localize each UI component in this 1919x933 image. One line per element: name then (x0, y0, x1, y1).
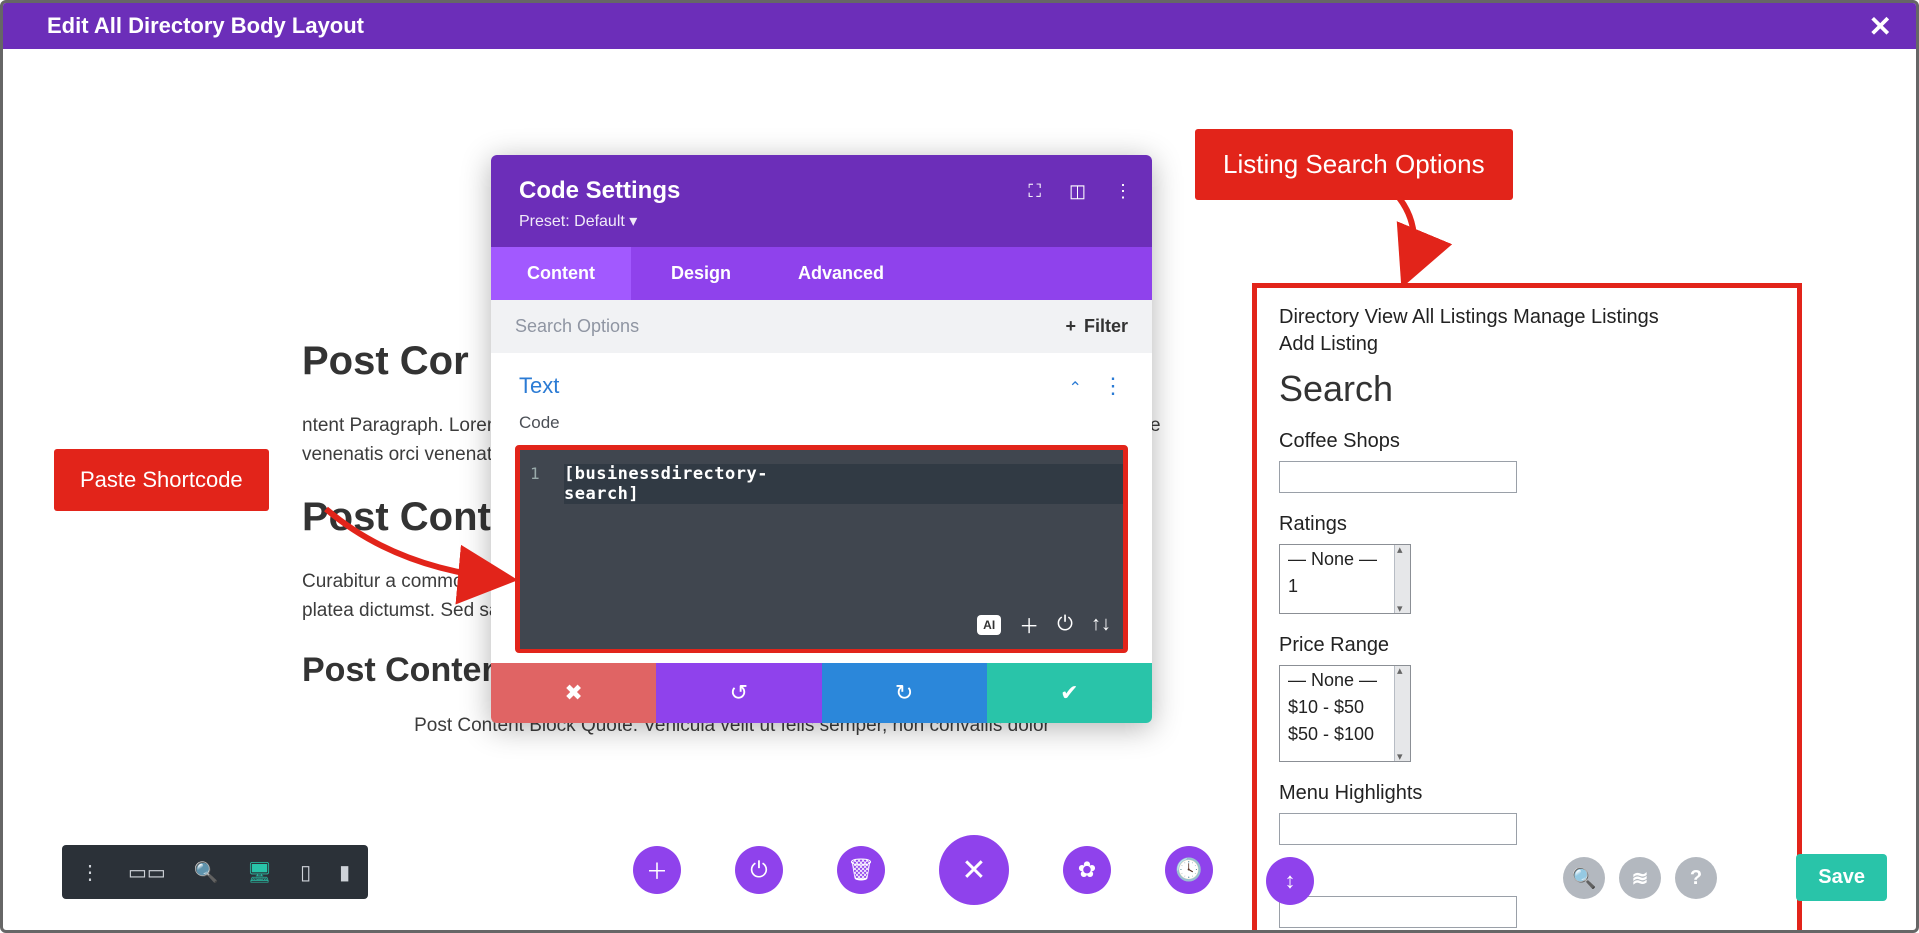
scrollbar[interactable] (1394, 666, 1410, 761)
confirm-button[interactable]: ✔ (987, 663, 1152, 723)
search-help-icon[interactable]: 🔍 (1563, 857, 1605, 899)
undo-button[interactable]: ↺ (656, 663, 821, 723)
power-button[interactable]: ⏻ (735, 846, 783, 894)
menu-highlights-input[interactable] (1279, 813, 1517, 845)
section-text[interactable]: Text ⌃ ⋮ (491, 353, 1152, 407)
price-option-none[interactable]: — None — (1280, 666, 1410, 693)
search-panel: Directory View All Listings Manage Listi… (1252, 283, 1802, 933)
modal-preset[interactable]: Preset: Default ▾ (519, 211, 1124, 231)
close-editor-button[interactable]: ✕ (939, 835, 1009, 905)
code-settings-modal: Code Settings Preset: Default ▾ ⛶ ◫ ⋮ Co… (491, 155, 1152, 723)
cancel-button[interactable]: ✖ (491, 663, 656, 723)
add-listing-link[interactable]: Add Listing (1279, 333, 1775, 356)
ratings-label: Ratings (1279, 513, 1775, 536)
section-text-label: Text (519, 373, 559, 399)
code-field-label: Code (491, 407, 1152, 439)
kebab-icon[interactable]: ⋮ (1114, 181, 1132, 202)
section-menu-icon[interactable]: ⋮ (1102, 373, 1124, 398)
wireframe-icon[interactable]: ▭▭ (128, 860, 166, 885)
line-number: 1 (530, 464, 540, 483)
directory-links[interactable]: Directory View All Listings Manage Listi… (1279, 306, 1775, 329)
settings-button[interactable]: ✿ (1063, 846, 1111, 894)
helper-circle-row: 🔍 ≋ ? (1563, 857, 1717, 899)
price-range-label: Price Range (1279, 634, 1775, 657)
builder-toolbar: ⋮ ▭▭ 🔍 🖥 ▯ ▮ (62, 845, 368, 899)
expand-icon[interactable]: ⛶ (1028, 181, 1041, 202)
chevron-up-icon[interactable]: ⌃ (1068, 380, 1081, 397)
snap-icon[interactable]: ◫ (1069, 181, 1086, 202)
price-option-50-100[interactable]: $50 - $100 (1280, 720, 1410, 747)
power-icon[interactable]: ⏻ (1057, 613, 1073, 636)
annotation-paste-shortcode: Paste Shortcode (54, 449, 269, 511)
menu-icon[interactable]: ⋮ (80, 860, 100, 885)
menu-highlights-label: Menu Highlights (1279, 782, 1775, 805)
search-heading: Search (1279, 368, 1775, 410)
close-icon[interactable]: ✕ (1869, 10, 1892, 43)
save-button[interactable]: Save (1796, 854, 1887, 901)
tablet-icon[interactable]: ▯ (300, 860, 311, 885)
window-header: Edit All Directory Body Layout ✕ (3, 3, 1916, 49)
ratings-select[interactable]: — None — 1 (1279, 544, 1411, 614)
phone-icon[interactable]: ▮ (339, 860, 350, 885)
options-search-row: Search Options + Filter (491, 300, 1152, 353)
sort-button[interactable]: ↕ (1266, 857, 1314, 905)
annotation-listing-search: Listing Search Options (1195, 129, 1513, 200)
modal-tabs: Content Design Advanced (491, 247, 1152, 300)
sort-icon[interactable]: ↑↓ (1091, 613, 1111, 636)
coffee-shops-input[interactable] (1279, 461, 1517, 493)
zoom-icon[interactable]: 🔍 (194, 860, 219, 885)
price-option-10-50[interactable]: $10 - $50 (1280, 693, 1410, 720)
layers-icon[interactable]: ≋ (1619, 857, 1661, 899)
search-options-input[interactable]: Search Options (515, 316, 639, 337)
tab-design[interactable]: Design (631, 247, 771, 300)
code-editor[interactable]: 1 [businessdirectory-search] AI ＋ ⏻ ↑↓ (515, 445, 1128, 653)
scrollbar[interactable] (1394, 545, 1410, 613)
plus-icon[interactable]: ＋ (1019, 610, 1039, 639)
desktop-icon[interactable]: 🖥 (247, 860, 272, 885)
coffee-shops-label: Coffee Shops (1279, 430, 1775, 453)
help-icon[interactable]: ? (1675, 857, 1717, 899)
action-circle-row: ＋ ⏻ 🗑 ✕ ✿ 🕓 (633, 835, 1213, 905)
window-title: Edit All Directory Body Layout (47, 13, 364, 39)
tab-content[interactable]: Content (491, 247, 631, 300)
ratings-option-none[interactable]: — None — (1280, 545, 1410, 572)
phone-input[interactable] (1279, 896, 1517, 928)
filter-label: Filter (1084, 316, 1128, 337)
redo-button[interactable]: ↻ (822, 663, 987, 723)
plus-icon: + (1065, 316, 1076, 337)
price-range-select[interactable]: — None — $10 - $50 $50 - $100 (1279, 665, 1411, 762)
ratings-option-1[interactable]: 1 (1280, 572, 1410, 599)
code-line[interactable]: [businessdirectory-search] (564, 464, 1123, 504)
add-button[interactable]: ＋ (633, 846, 681, 894)
filter-button[interactable]: + Filter (1065, 316, 1128, 337)
tab-advanced[interactable]: Advanced (771, 247, 911, 300)
modal-footer: ✖ ↺ ↻ ✔ (491, 663, 1152, 723)
arrow-listing (1336, 189, 1456, 289)
modal-header[interactable]: Code Settings Preset: Default ▾ ⛶ ◫ ⋮ (491, 155, 1152, 247)
history-button[interactable]: 🕓 (1165, 846, 1213, 894)
delete-button[interactable]: 🗑 (837, 846, 885, 894)
ai-button[interactable]: AI (977, 615, 1001, 635)
